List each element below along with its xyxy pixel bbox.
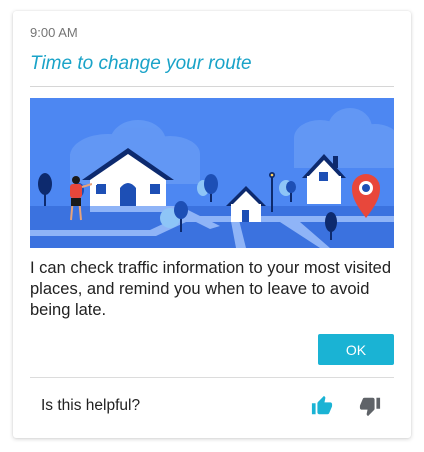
thumb-up-icon [311, 395, 333, 415]
card-description: I can check traffic information to your … [30, 259, 392, 319]
feedback-question: Is this helpful? [41, 397, 141, 414]
route-illustration [30, 98, 394, 248]
thumb-down-icon [359, 397, 381, 417]
ok-button[interactable]: OK [318, 334, 394, 365]
feedback-divider [30, 377, 394, 378]
title-divider [30, 86, 394, 87]
card-timestamp: 9:00 AM [30, 25, 78, 40]
card-title: Time to change your route [30, 53, 252, 74]
thumb-up-button[interactable] [309, 393, 335, 419]
thumb-down-button[interactable] [357, 393, 383, 419]
suggestion-card: 9:00 AM Time to change your route I can … [13, 11, 411, 438]
